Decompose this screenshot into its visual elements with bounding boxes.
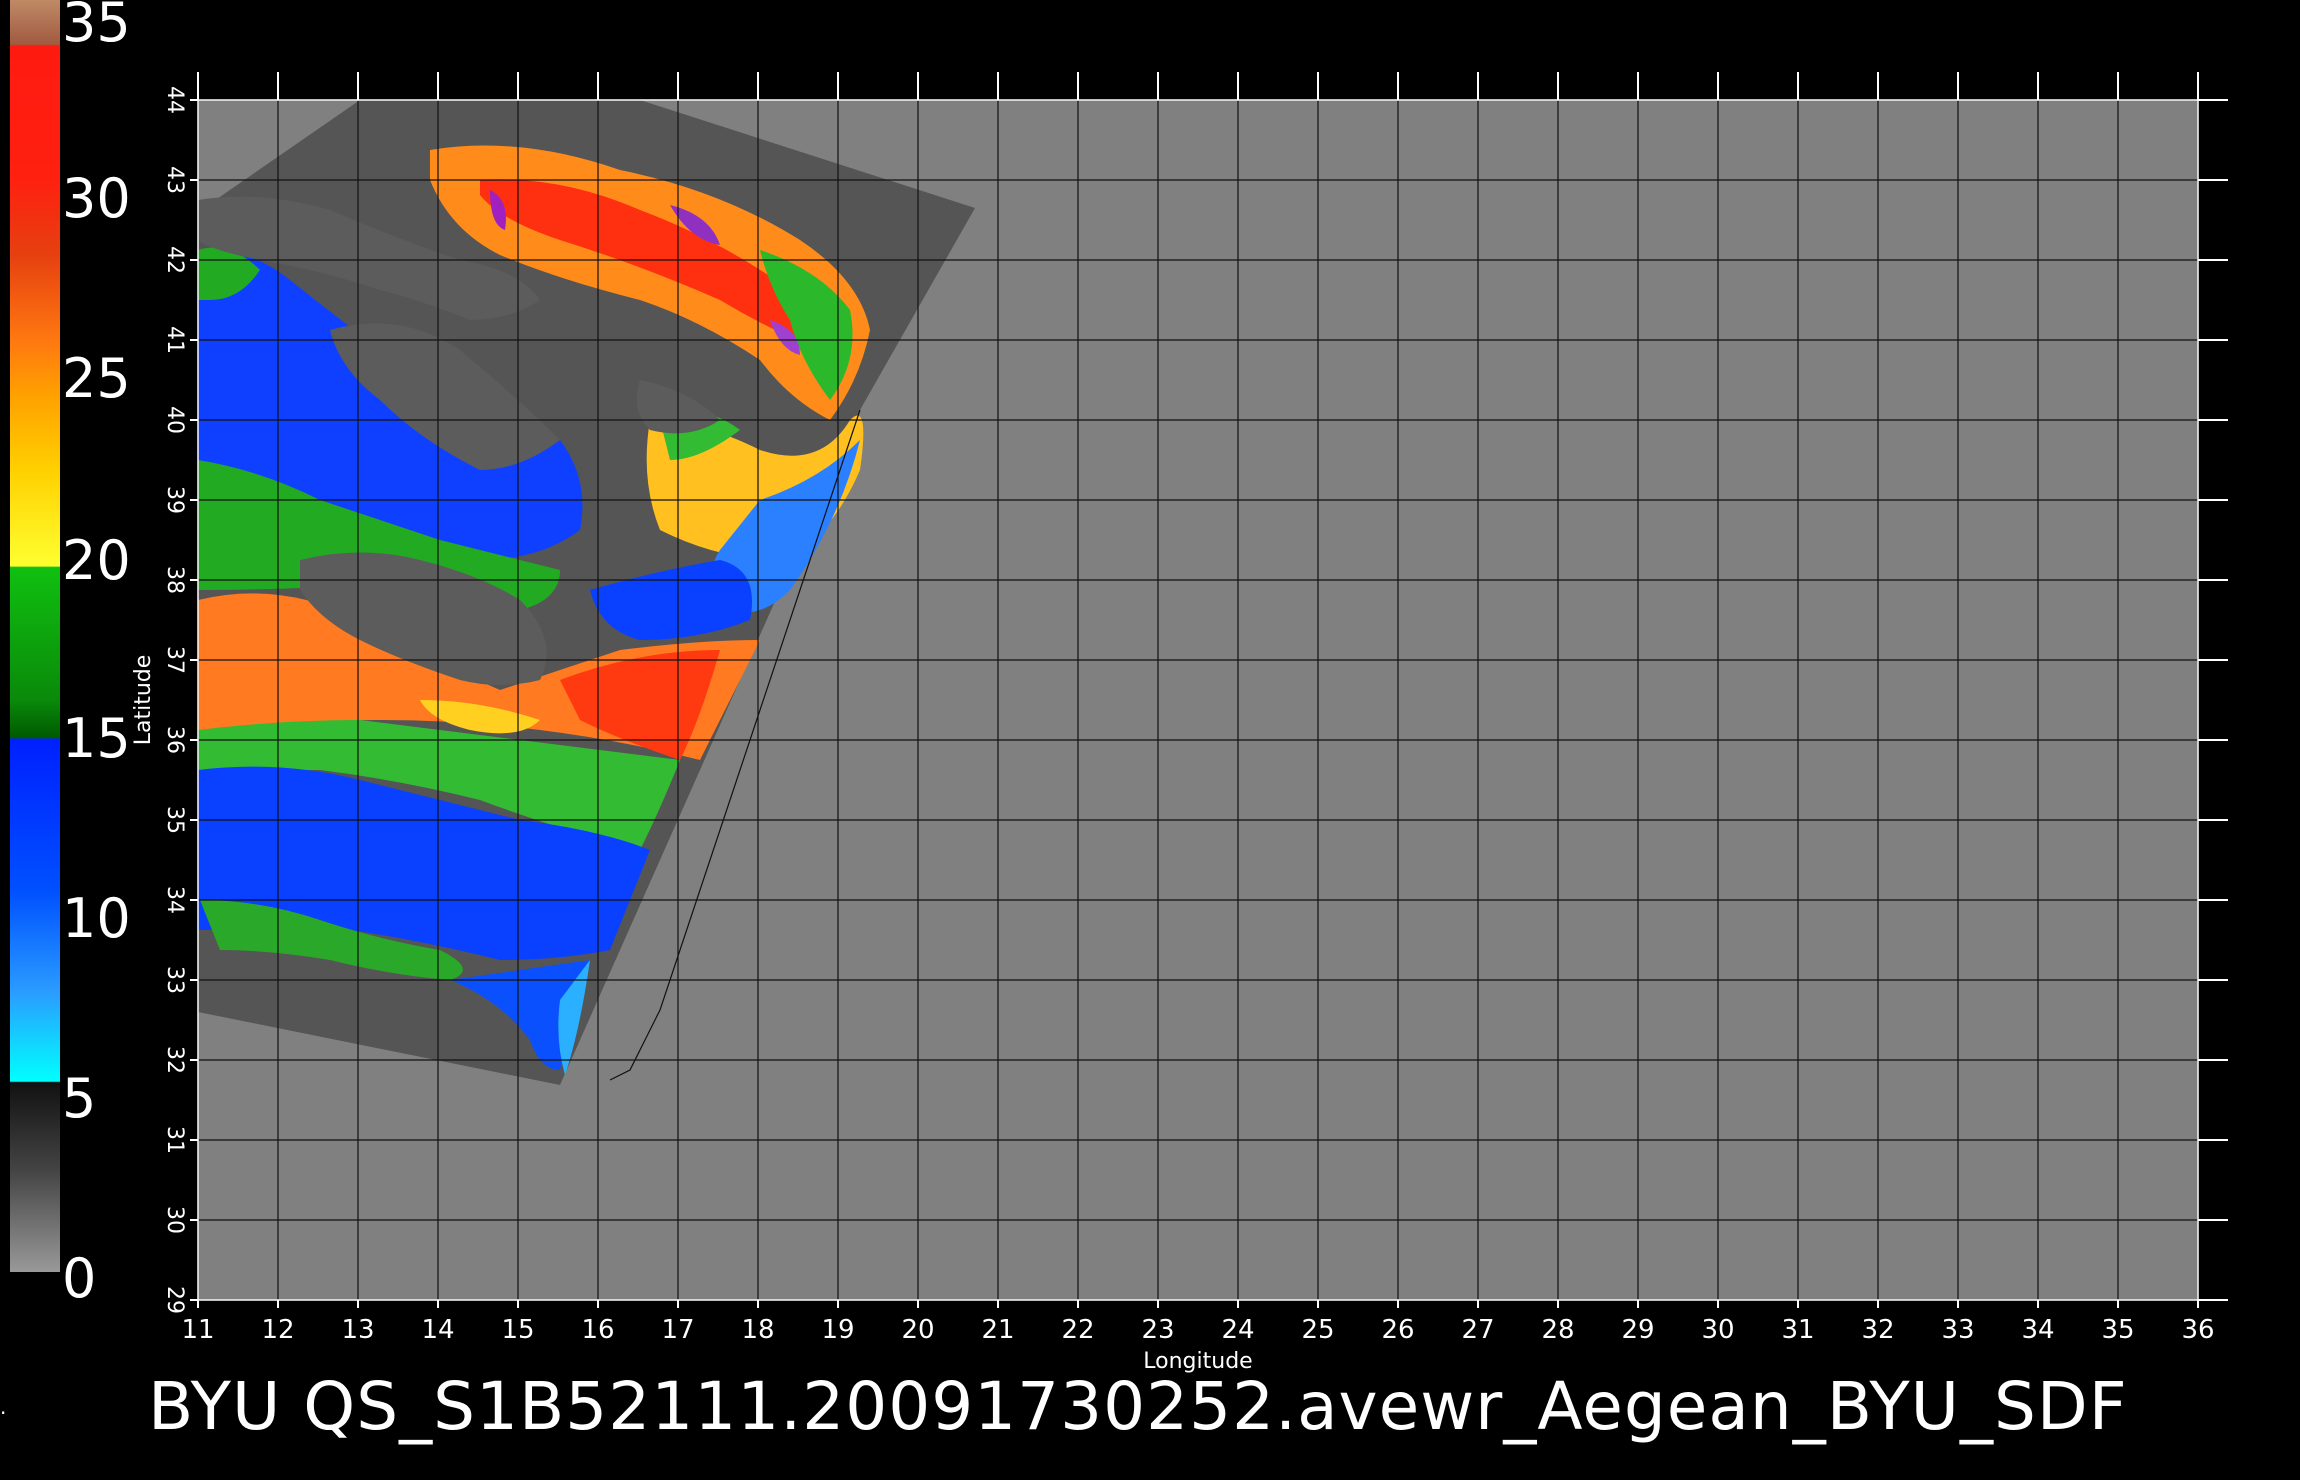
lon-tick-label-36: 36 <box>2181 1315 2214 1345</box>
lon-tick-label-13: 13 <box>341 1315 374 1345</box>
lat-tick-label-35: 35 <box>162 806 187 834</box>
lon-tick-label-16: 16 <box>581 1315 614 1345</box>
lat-tick-label-44: 44 <box>162 86 187 114</box>
lat-tick-label-38: 38 <box>162 566 187 594</box>
lat-tick-label-43: 43 <box>162 166 187 194</box>
lon-tick-label-34: 34 <box>2021 1315 2054 1345</box>
lon-tick-label-21: 21 <box>981 1315 1014 1345</box>
wind-map: 11 12 13 14 15 16 17 18 19 20 21 22 23 24 25 26 27 28 29 30… <box>131 72 2228 1374</box>
side-mark: . <box>0 1395 7 1419</box>
lat-tick-label-36: 36 <box>162 726 187 754</box>
lon-tick-label-33: 33 <box>1941 1315 1974 1345</box>
lon-tick-label-11: 11 <box>181 1315 214 1345</box>
lon-tick-label-14: 14 <box>421 1315 454 1345</box>
lat-tick-label-30: 30 <box>162 1206 187 1234</box>
lat-tick-label-42: 42 <box>162 246 187 274</box>
lat-tick-label-29: 29 <box>162 1286 187 1314</box>
lon-tick-label-35: 35 <box>2101 1315 2134 1345</box>
lon-tick-label-12: 12 <box>261 1315 294 1345</box>
lon-tick-label-22: 22 <box>1061 1315 1094 1345</box>
lat-tick-label-32: 32 <box>162 1046 187 1074</box>
image-caption: BYU QS_S1B52111.20091730252.avewr_Aegean… <box>148 1368 2128 1445</box>
y-axis-label: Latitude <box>131 655 156 746</box>
lon-tick-label-26: 26 <box>1381 1315 1414 1345</box>
lon-tick-label-30: 30 <box>1701 1315 1734 1345</box>
lat-tick-label-39: 39 <box>162 486 187 514</box>
lat-tick-label-34: 34 <box>162 886 187 914</box>
lon-tick-label-20: 20 <box>901 1315 934 1345</box>
lat-tick-label-41: 41 <box>162 326 187 354</box>
lon-tick-label-23: 23 <box>1141 1315 1174 1345</box>
lon-tick-label-29: 29 <box>1621 1315 1654 1345</box>
lat-tick-label-37: 37 <box>162 646 187 674</box>
lon-tick-label-25: 25 <box>1301 1315 1334 1345</box>
lon-tick-label-24: 24 <box>1221 1315 1254 1345</box>
lon-tick-label-28: 28 <box>1541 1315 1574 1345</box>
lon-tick-label-19: 19 <box>821 1315 854 1345</box>
lon-tick-label-15: 15 <box>501 1315 534 1345</box>
lon-tick-label-17: 17 <box>661 1315 694 1345</box>
lon-tick-label-18: 18 <box>741 1315 774 1345</box>
lon-tick-label-32: 32 <box>1861 1315 1894 1345</box>
lon-tick-label-31: 31 <box>1781 1315 1814 1345</box>
lat-tick-label-40: 40 <box>162 406 187 434</box>
lat-tick-label-31: 31 <box>162 1126 187 1154</box>
lon-tick-label-27: 27 <box>1461 1315 1494 1345</box>
lat-tick-label-33: 33 <box>162 966 187 994</box>
